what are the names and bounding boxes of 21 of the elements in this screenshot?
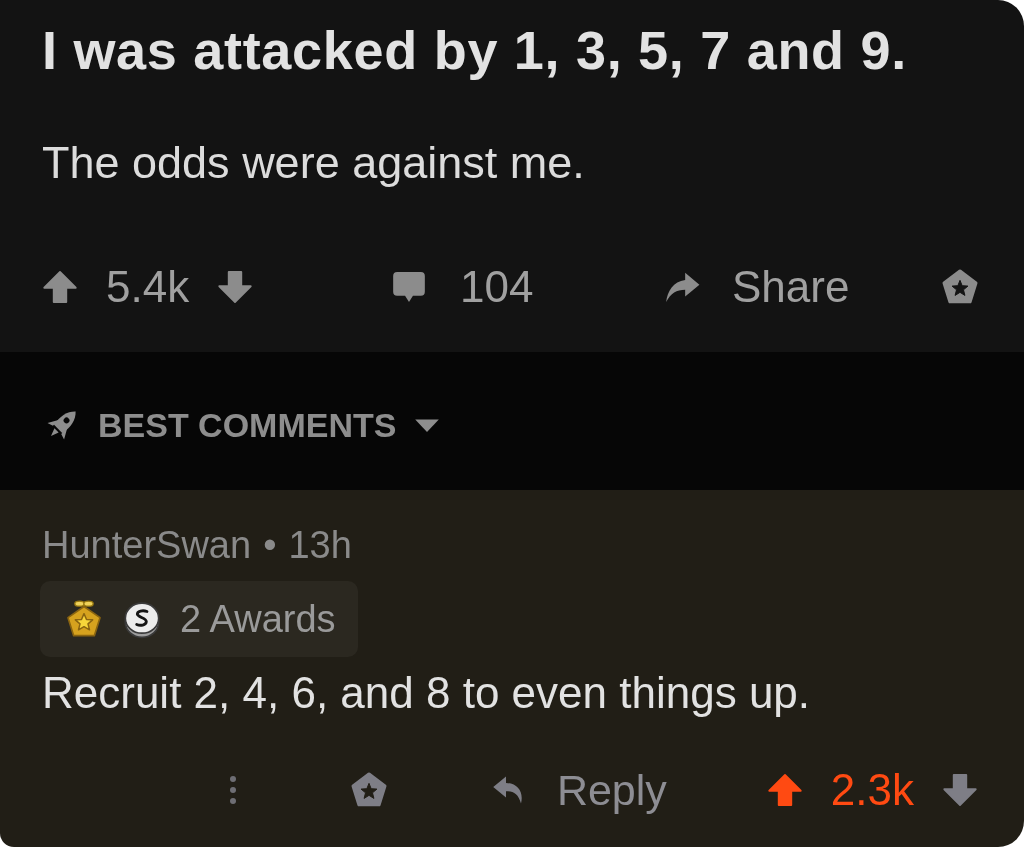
post-title: I was attacked by 1, 3, 5, 7 and 9.	[42, 19, 908, 82]
comments-button[interactable]: 104	[390, 261, 534, 313]
awards-button[interactable]: 2 Awards	[40, 581, 358, 657]
comment-text: Recruit 2, 4, 6, and 8 to even things up.	[42, 667, 812, 719]
post-body: The odds were against me.	[42, 136, 586, 190]
coin-award-icon	[122, 599, 162, 639]
downvote-arrow-icon[interactable]	[942, 771, 978, 809]
share-button[interactable]: Share	[662, 261, 850, 313]
vote-score: 5.4k	[106, 261, 190, 313]
sort-dropdown[interactable]: BEST COMMENTS	[40, 403, 441, 447]
comment-age: 13h	[288, 523, 352, 568]
reply-button[interactable]: Reply	[488, 764, 667, 816]
more-options-icon[interactable]	[228, 775, 237, 805]
bullet-separator: •	[263, 523, 277, 568]
comment-author[interactable]: HunterSwan	[42, 522, 252, 568]
upvote-arrow-icon[interactable]	[766, 771, 803, 809]
caret-down-icon	[414, 417, 441, 433]
star-award-icon	[64, 599, 104, 639]
upvote-arrow-icon[interactable]	[42, 268, 78, 306]
downvote-arrow-icon[interactable]	[217, 268, 254, 306]
vote-score: 2.3k	[830, 764, 914, 816]
